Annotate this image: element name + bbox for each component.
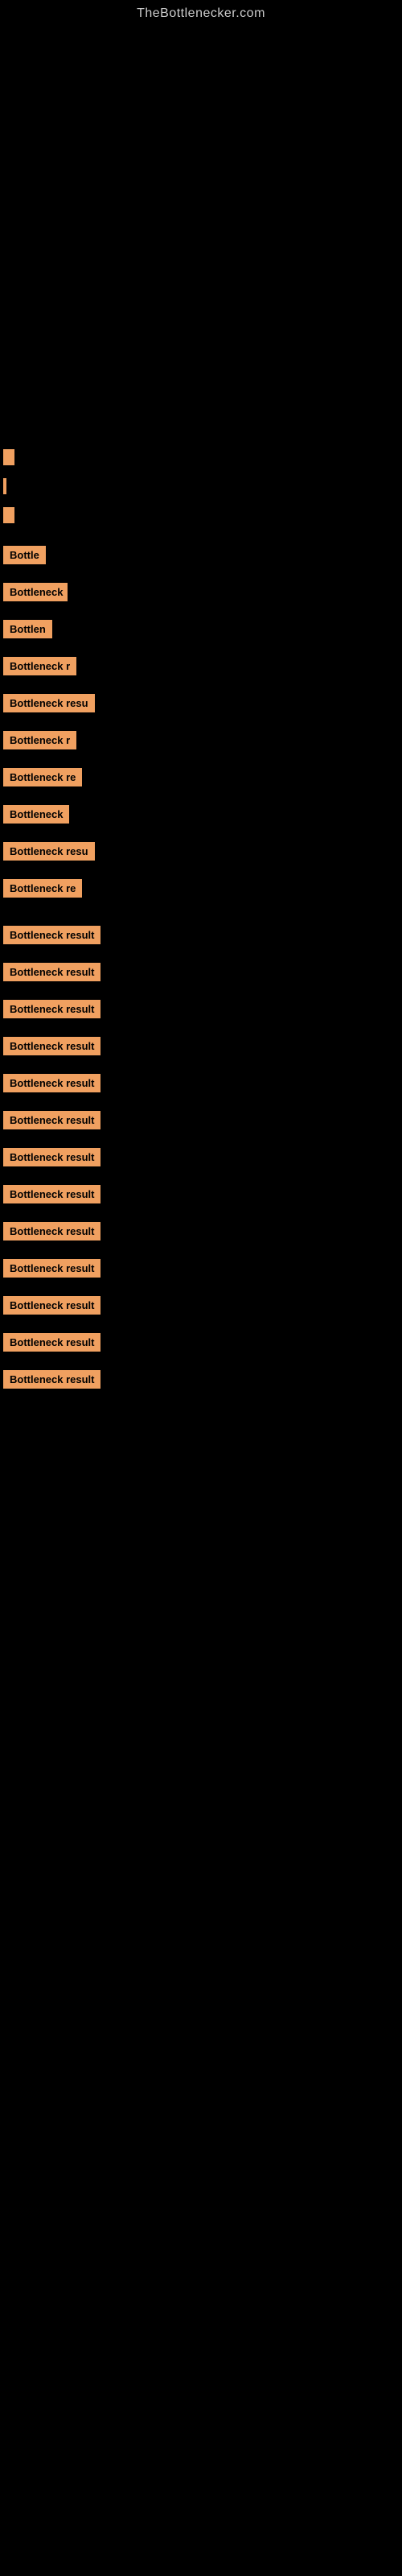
list-item: Bottle (0, 539, 402, 576)
site-title: TheBottlenecker.com (0, 0, 402, 27)
bottleneck-label: Bottleneck result (3, 1296, 100, 1315)
bottleneck-label: Bottle (3, 546, 46, 564)
list-item: Bottleneck result (0, 1104, 402, 1141)
list-item: Bottleneck result (0, 919, 402, 956)
list-item: Bottleneck result (0, 1067, 402, 1104)
bottleneck-label: Bottleneck result (3, 1259, 100, 1278)
list-item: Bottleneck r (0, 650, 402, 687)
indicator-block (3, 507, 14, 523)
list-item (0, 501, 402, 530)
list-item: Bottleneck (0, 576, 402, 613)
list-item: Bottleneck resu (0, 687, 402, 724)
bottleneck-label: Bottleneck result (3, 963, 100, 981)
bottleneck-label: Bottleneck result (3, 1148, 100, 1166)
bottleneck-label: Bottleneck result (3, 1370, 100, 1389)
bottleneck-label: Bottleneck re (3, 879, 82, 898)
indicator-block (3, 478, 6, 494)
list-item: Bottleneck result (0, 1253, 402, 1290)
bottleneck-label: Bottleneck (3, 805, 69, 824)
bottleneck-label: Bottleneck r (3, 657, 76, 675)
bottleneck-label: Bottleneck result (3, 1074, 100, 1092)
bottleneck-label: Bottlen (3, 620, 52, 638)
list-item: Bottleneck result (0, 1364, 402, 1401)
row-group-small: Bottle Bottleneck Bottlen Bottleneck r B… (0, 535, 402, 914)
list-item: Bottleneck result (0, 956, 402, 993)
bottleneck-label: Bottleneck re (3, 768, 82, 786)
list-item (0, 443, 402, 472)
bottleneck-label: Bottleneck result (3, 926, 100, 944)
list-item: Bottlen (0, 613, 402, 650)
row-group-full: Bottleneck result Bottleneck result Bott… (0, 914, 402, 1406)
list-item: Bottleneck result (0, 1141, 402, 1179)
bottleneck-label: Bottleneck result (3, 1111, 100, 1129)
list-item: Bottleneck re (0, 873, 402, 910)
bottleneck-label: Bottleneck result (3, 1333, 100, 1352)
chart-area (0, 27, 402, 438)
list-item: Bottleneck result (0, 1290, 402, 1327)
list-item (0, 472, 402, 501)
bottleneck-label: Bottleneck result (3, 1222, 100, 1241)
list-item: Bottleneck r (0, 724, 402, 762)
list-item: Bottleneck result (0, 1327, 402, 1364)
indicator-block (3, 449, 14, 465)
list-item: Bottleneck result (0, 1179, 402, 1216)
list-item: Bottleneck result (0, 1216, 402, 1253)
bottleneck-label: Bottleneck result (3, 1000, 100, 1018)
bottleneck-label: Bottleneck r (3, 731, 76, 749)
bottleneck-label: Bottleneck resu (3, 694, 95, 712)
main-content: TheBottlenecker.com Bottle Bottleneck Bo… (0, 0, 402, 1728)
bottleneck-label: Bottleneck result (3, 1037, 100, 1055)
bottleneck-label: Bottleneck result (3, 1185, 100, 1203)
bottleneck-label: Bottleneck (3, 583, 68, 601)
list-item: Bottleneck result (0, 1030, 402, 1067)
list-item: Bottleneck re (0, 762, 402, 799)
row-group-tiny (0, 438, 402, 535)
list-item: Bottleneck (0, 799, 402, 836)
site-title-bar: TheBottlenecker.com (0, 0, 402, 27)
bottom-space (0, 1406, 402, 1728)
bottleneck-label: Bottleneck resu (3, 842, 95, 861)
list-item: Bottleneck result (0, 993, 402, 1030)
list-item: Bottleneck resu (0, 836, 402, 873)
